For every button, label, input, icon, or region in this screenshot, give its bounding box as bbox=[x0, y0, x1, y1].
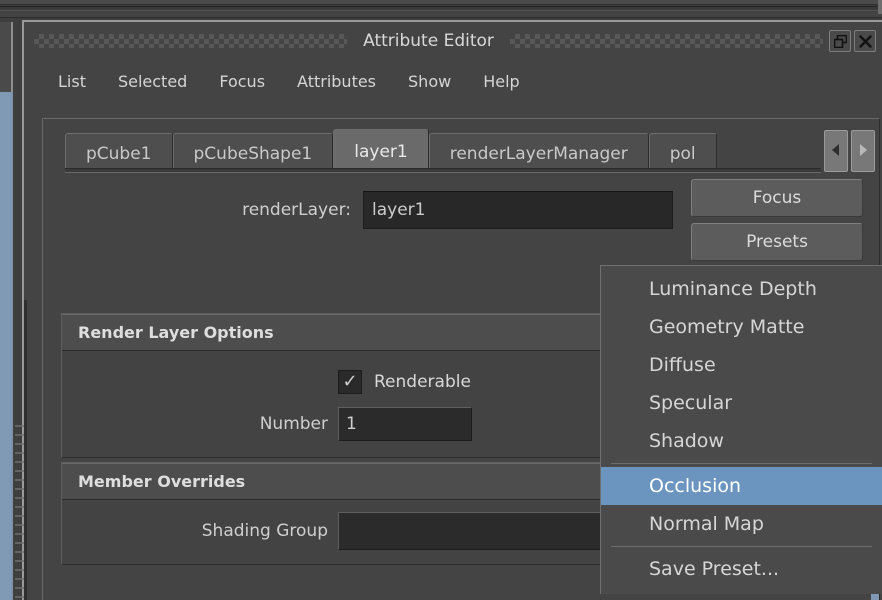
focus-button[interactable]: Focus bbox=[691, 179, 863, 217]
menu-option-geometry-matte[interactable]: Geometry Matte bbox=[601, 308, 882, 346]
menu-option-occlusion[interactable]: Occlusion bbox=[601, 467, 882, 505]
presets-popup-menu: Luminance Depth Geometry Matte Diffuse S… bbox=[600, 265, 882, 594]
restore-button[interactable] bbox=[829, 30, 851, 52]
screen-root: Attribute Editor List Selected Focus Att… bbox=[0, 0, 882, 600]
renderable-checkbox[interactable]: ✓ bbox=[338, 370, 362, 394]
tab-pcubeshape1[interactable]: pCubeShape1 bbox=[172, 133, 334, 173]
renderable-label: Renderable bbox=[374, 372, 471, 392]
menu-bar: List Selected Focus Attributes Show Help bbox=[24, 60, 882, 102]
panel-drag-handle[interactable] bbox=[15, 425, 24, 600]
restore-icon bbox=[833, 34, 847, 48]
menu-option-luminance-depth[interactable]: Luminance Depth bbox=[601, 270, 882, 308]
tab-pcube1[interactable]: pCube1 bbox=[65, 133, 173, 173]
background-panel-upper bbox=[0, 22, 13, 92]
renderlayer-label: renderLayer: bbox=[242, 200, 351, 220]
menu-separator-2 bbox=[611, 546, 872, 547]
tab-layer1[interactable]: layer1 bbox=[333, 129, 429, 173]
menu-option-shadow[interactable]: Shadow bbox=[601, 422, 882, 460]
presets-button[interactable]: Presets bbox=[691, 223, 863, 261]
node-name-row: renderLayer: layer1 Focus Presets bbox=[43, 173, 879, 261]
menu-separator-1 bbox=[611, 463, 872, 464]
window-controls bbox=[829, 30, 876, 52]
menu-option-specular[interactable]: Specular bbox=[601, 384, 882, 422]
menu-item-focus[interactable]: Focus bbox=[203, 69, 281, 94]
triangle-right-icon bbox=[857, 142, 869, 161]
menu-item-help[interactable]: Help bbox=[467, 69, 535, 94]
close-icon bbox=[858, 34, 872, 48]
menu-item-selected[interactable]: Selected bbox=[102, 69, 203, 94]
menu-option-diffuse[interactable]: Diffuse bbox=[601, 346, 882, 384]
outer-frame-bar-3 bbox=[0, 12, 882, 18]
number-input[interactable]: 1 bbox=[338, 407, 472, 441]
menu-option-normal-map[interactable]: Normal Map bbox=[601, 505, 882, 543]
title-bar[interactable]: Attribute Editor bbox=[24, 22, 882, 60]
tab-poly[interactable]: pol bbox=[648, 133, 717, 173]
checkmark-icon: ✓ bbox=[342, 371, 358, 392]
menu-item-attributes[interactable]: Attributes bbox=[281, 69, 392, 94]
window-title: Attribute Editor bbox=[363, 31, 494, 51]
node-tab-strip: pCube1 pCubeShape1 layer1 renderLayerMan… bbox=[43, 119, 879, 173]
menu-option-save-preset[interactable]: Save Preset... bbox=[601, 550, 882, 588]
tab-renderlayermanager[interactable]: renderLayerManager bbox=[428, 133, 649, 173]
renderlayer-name-input[interactable]: layer1 bbox=[363, 191, 673, 229]
tab-scroll-controls bbox=[824, 130, 875, 172]
background-panel-blue bbox=[0, 92, 13, 600]
panel-divider-rail bbox=[24, 300, 27, 600]
side-button-group: Focus Presets bbox=[691, 179, 863, 261]
outer-frame-bar-1 bbox=[0, 0, 882, 5]
menu-item-list[interactable]: List bbox=[42, 69, 102, 94]
triangle-left-icon bbox=[830, 142, 842, 161]
outer-frame-right-edge bbox=[878, 0, 882, 14]
title-grip-right bbox=[509, 34, 823, 48]
shading-group-label: Shading Group bbox=[201, 521, 328, 541]
outer-frame-bar-2 bbox=[0, 6, 882, 11]
number-label: Number bbox=[259, 414, 328, 434]
close-button[interactable] bbox=[854, 30, 876, 52]
tab-scroll-right-button[interactable] bbox=[851, 130, 875, 172]
tab-scroll-left-button[interactable] bbox=[824, 130, 848, 172]
menu-item-show[interactable]: Show bbox=[392, 69, 467, 94]
title-grip-left bbox=[34, 34, 348, 48]
